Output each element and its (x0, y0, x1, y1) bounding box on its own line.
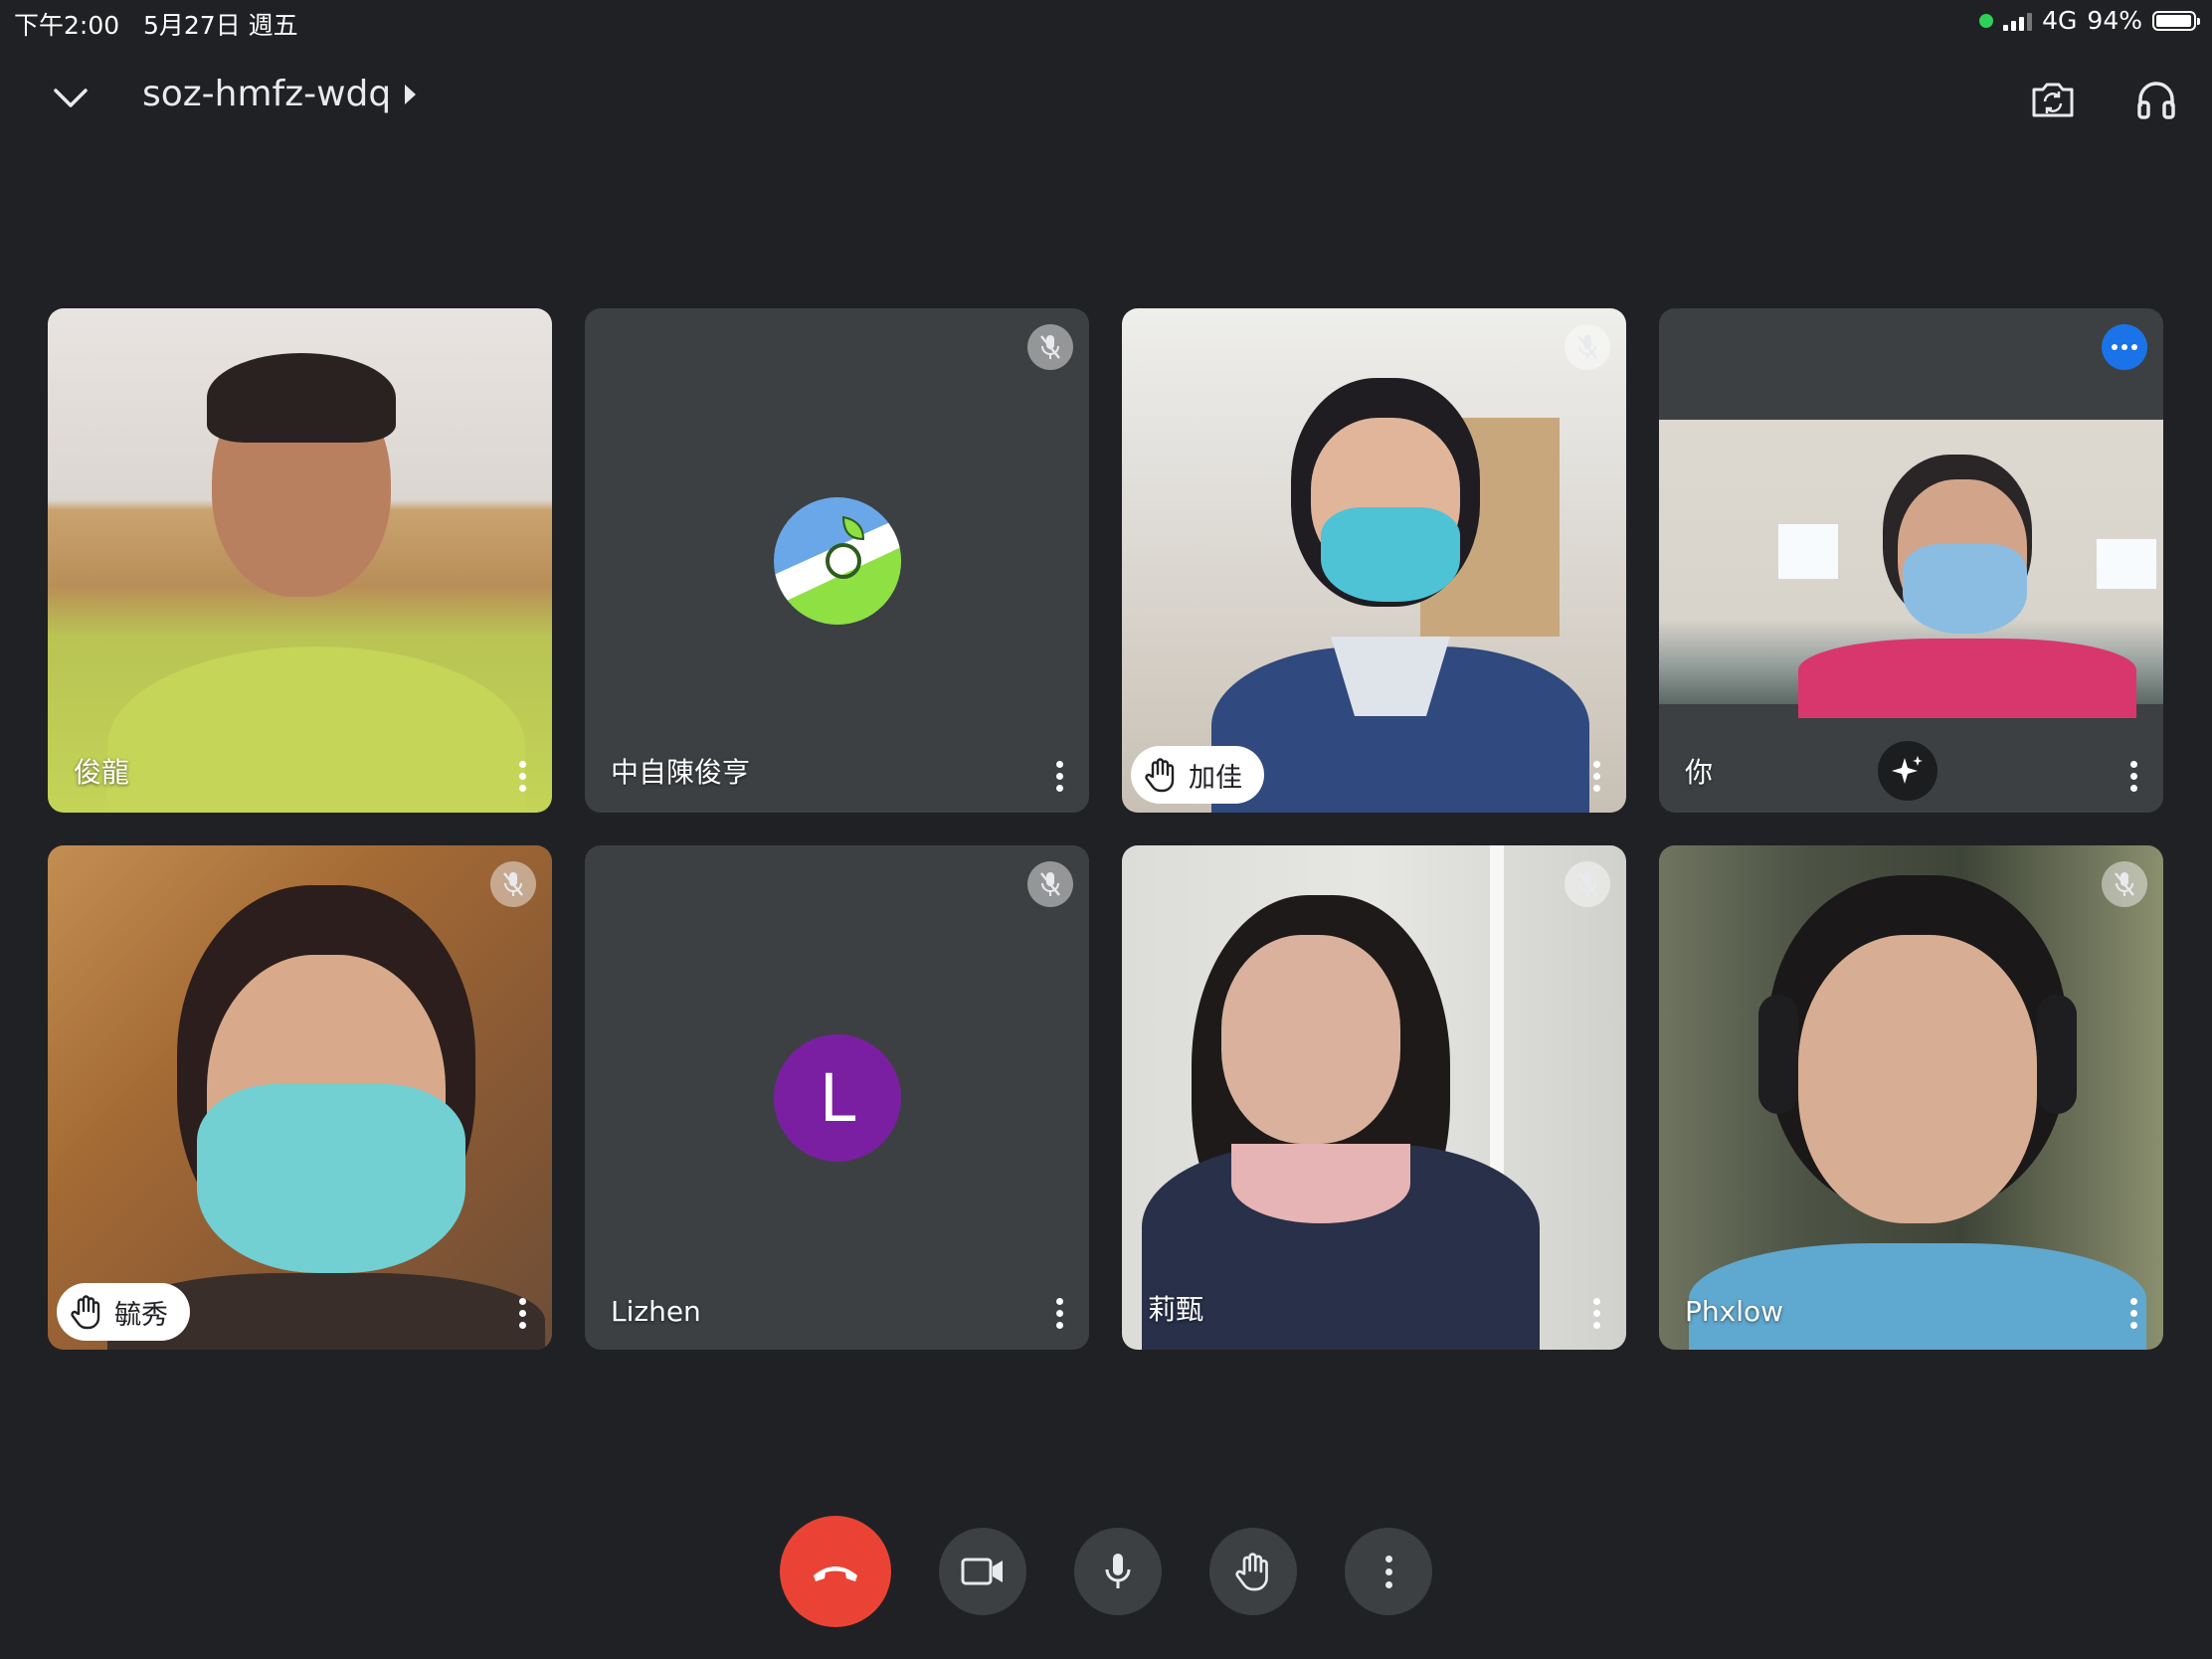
more-vert-icon[interactable] (1039, 753, 1079, 799)
participant-name: 俊龍 (74, 756, 130, 789)
call-end-icon (814, 1567, 857, 1581)
mic-off-icon (1027, 861, 1073, 907)
participant-video (1659, 845, 2163, 1350)
hand-icon (71, 1295, 100, 1330)
participant-tile[interactable]: 加佳 (1122, 308, 1626, 813)
more-vert-icon[interactable] (2114, 1290, 2153, 1336)
more-vert-icon[interactable] (502, 753, 542, 799)
mic-off-icon (1565, 861, 1610, 907)
battery-percent: 94% (2087, 6, 2142, 35)
participant-tile[interactable]: 中自陳俊亨 (585, 308, 1089, 813)
mic-off-icon (1565, 324, 1610, 370)
raised-hand-chip: 加佳 (1131, 746, 1264, 804)
letter-avatar: L (774, 1034, 901, 1162)
participant-name: Phxlow (1685, 1295, 1784, 1328)
participant-video (48, 308, 552, 813)
chevron-down-icon[interactable] (46, 74, 95, 123)
participant-name: 莉甄 (1148, 1293, 1204, 1326)
participant-name: 加佳 (1189, 762, 1242, 794)
raised-hand-chip: 毓秀 (57, 1283, 190, 1341)
hand-icon (1235, 1553, 1268, 1591)
switch-camera-icon[interactable] (2023, 70, 2083, 129)
participant-name: Lizhen (611, 1295, 701, 1328)
status-right: 4G 94% (1979, 6, 2200, 35)
network-type: 4G (2042, 6, 2078, 35)
status-date: 5月27日 週五 (142, 11, 298, 40)
more-vert-icon[interactable] (502, 1290, 542, 1336)
participant-video (1122, 845, 1626, 1350)
caret-right-icon (405, 84, 417, 104)
sparkle-effects-icon[interactable] (1878, 741, 1937, 801)
status-time: 下午2:00 5月27日 週五 (14, 11, 298, 40)
raise-hand-button[interactable] (1209, 1528, 1297, 1615)
profile-avatar (774, 497, 901, 625)
participant-tile[interactable]: 毓秀 (48, 845, 552, 1350)
participant-tile[interactable]: Phxlow (1659, 845, 2163, 1350)
more-vert-icon[interactable] (2114, 753, 2153, 799)
self-video (1659, 420, 2163, 718)
participant-video (1122, 308, 1626, 813)
participant-video (48, 845, 552, 1350)
headphones-icon[interactable] (2126, 70, 2186, 129)
participant-name: 中自陳俊亨 (611, 756, 751, 789)
status-bar: 下午2:00 5月27日 週五 4G 94% (0, 0, 2212, 40)
signal-icon (2003, 11, 2033, 31)
participant-tile[interactable]: L Lizhen (585, 845, 1089, 1350)
mic-in-use-indicator (1979, 13, 1994, 28)
hand-icon (1145, 758, 1175, 793)
mic-icon (1105, 1554, 1131, 1588)
more-vert-icon[interactable] (1039, 1290, 1079, 1336)
meeting-code-button[interactable]: soz-hmfz-wdq (142, 74, 417, 114)
more-options-button[interactable] (1345, 1528, 1432, 1615)
more-horiz-icon[interactable] (2102, 324, 2147, 370)
mic-off-icon (490, 861, 536, 907)
more-vert-icon[interactable] (1576, 1290, 1616, 1336)
battery-icon (2152, 10, 2200, 31)
self-tile[interactable]: 你 (1659, 308, 2163, 813)
mic-off-icon (1027, 324, 1073, 370)
end-call-button[interactable] (780, 1516, 891, 1627)
participant-name: 毓秀 (114, 1299, 168, 1331)
videocam-icon (961, 1558, 1003, 1585)
camera-button[interactable] (939, 1528, 1026, 1615)
microphone-button[interactable] (1074, 1528, 1162, 1615)
participant-tile[interactable]: 俊龍 (48, 308, 552, 813)
meeting-code: soz-hmfz-wdq (142, 74, 392, 114)
meeting-header: soz-hmfz-wdq (0, 60, 2212, 139)
more-vert-icon (1384, 1555, 1392, 1588)
participant-name: 你 (1685, 756, 1714, 789)
more-vert-icon[interactable] (1576, 753, 1616, 799)
participant-tile[interactable]: 莉甄 (1122, 845, 1626, 1350)
mic-off-icon (2102, 861, 2147, 907)
